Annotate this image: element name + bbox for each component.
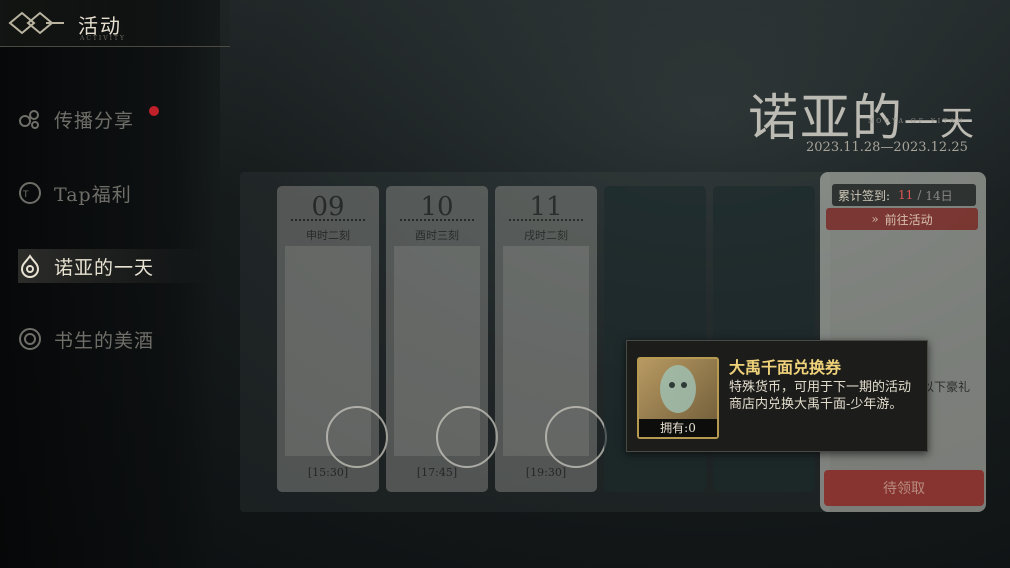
sign-in-total: 14日 bbox=[925, 188, 953, 203]
item-tooltip: 拥有:0 大禹千面兑换券 特殊货币，可用于下一期的活动商店内兑换大禹千面-少年游… bbox=[626, 340, 928, 452]
day-label: 酉时三刻 bbox=[415, 229, 459, 242]
sidebar-item-label: 书生的美酒 bbox=[54, 329, 155, 352]
tap-icon: T bbox=[19, 182, 41, 204]
top-bar: 活动 ACTIVITY bbox=[0, 0, 230, 47]
sign-in-separator: / bbox=[917, 188, 922, 202]
sidebar-item-noah-day[interactable]: 诺亚的一天 bbox=[18, 249, 208, 283]
day-number: 10 bbox=[420, 192, 454, 222]
notification-badge bbox=[149, 106, 159, 116]
sidebar-item-label: 传播分享 bbox=[54, 109, 135, 132]
day-label: 申时二刻 bbox=[306, 229, 350, 242]
share-icon bbox=[19, 110, 39, 129]
sign-in-current: 11 bbox=[898, 188, 914, 202]
sidebar-item-label: 诺亚的一天 bbox=[54, 256, 155, 279]
item-description: 特殊货币，可用于下一期的活动商店内兑换大禹千面-少年游。 bbox=[729, 380, 912, 412]
event-date-range: 2023.11.28—2023.12.25 bbox=[806, 140, 968, 155]
item-name: 大禹千面兑换券 bbox=[729, 358, 842, 377]
divider bbox=[509, 219, 583, 221]
day-time: [19:30] bbox=[525, 466, 567, 479]
sidebar-item-share[interactable]: 传播分享 bbox=[18, 102, 208, 136]
go-to-event-button[interactable]: » 前往活动 bbox=[826, 208, 978, 230]
flame-icon bbox=[20, 254, 40, 278]
sign-in-counter: 累计签到: 11 / 14日 bbox=[832, 184, 976, 206]
svg-text:T: T bbox=[22, 190, 29, 200]
double-chevron-right-icon: » bbox=[871, 212, 879, 226]
divider bbox=[400, 219, 474, 221]
sign-in-label: 累计签到: bbox=[838, 188, 891, 203]
checkmark-icon bbox=[436, 406, 498, 468]
event-title-english: NOOYA OF YITAN bbox=[868, 118, 966, 125]
logo-icon[interactable] bbox=[8, 9, 66, 37]
sidebar-item-scholar-wine[interactable]: 书生的美酒 bbox=[18, 322, 208, 356]
owned-count: 拥有:0 bbox=[639, 419, 717, 437]
ring-icon bbox=[19, 328, 41, 350]
sidebar-item-tap[interactable]: T Tap福利 bbox=[18, 176, 208, 210]
gift-label: 以下豪礼 bbox=[922, 380, 971, 394]
day-number: 09 bbox=[311, 192, 345, 222]
go-to-event-label: 前往活动 bbox=[884, 212, 933, 227]
sidebar-item-label: Tap福利 bbox=[54, 183, 132, 206]
mask-icon bbox=[660, 365, 696, 413]
checkmark-icon bbox=[326, 406, 388, 468]
day-time: [15:30] bbox=[307, 466, 349, 479]
page-subtitle: ACTIVITY bbox=[80, 35, 126, 42]
sidebar bbox=[0, 0, 215, 568]
voucher-icon: 拥有:0 bbox=[637, 357, 719, 439]
claim-button[interactable]: 待领取 bbox=[824, 470, 984, 506]
divider bbox=[291, 219, 365, 221]
day-time: [17:45] bbox=[416, 466, 458, 479]
day-number: 11 bbox=[529, 192, 563, 222]
checkmark-icon bbox=[545, 406, 607, 468]
day-label: 戌时二刻 bbox=[524, 229, 568, 242]
